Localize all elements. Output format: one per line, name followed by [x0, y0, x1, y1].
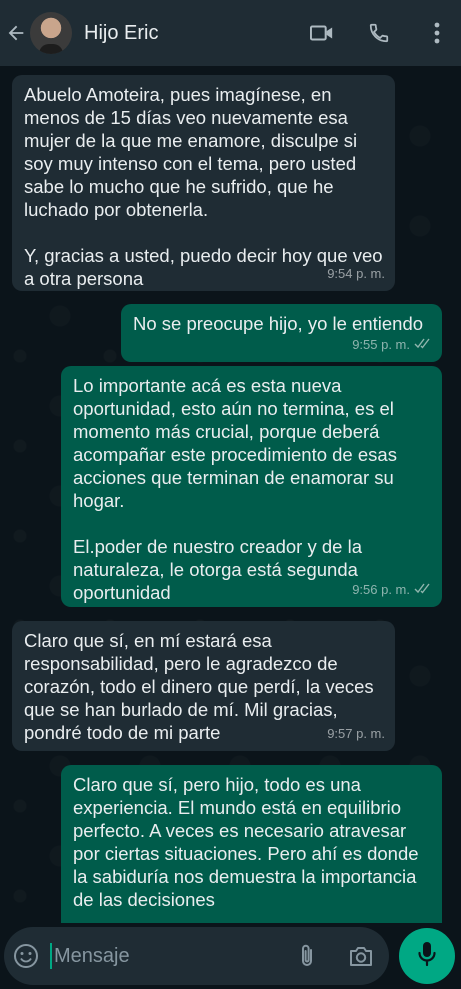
- chat-header: Hijo Eric: [0, 0, 461, 66]
- message-bubble-incoming[interactable]: Claro que sí, en mí estará esa responsab…: [12, 621, 395, 751]
- message-text: Abuelo Amoteira, pues imagínese, en meno…: [24, 84, 383, 289]
- message-bubble-outgoing[interactable]: Lo importante acá es esta nueva oportuni…: [61, 366, 442, 607]
- attach-icon[interactable]: [295, 942, 319, 970]
- video-call-icon[interactable]: [310, 21, 334, 45]
- message-bubble-outgoing[interactable]: Claro que sí, pero hijo, todo es una exp…: [61, 765, 442, 923]
- composer-bar: Mensaje: [0, 923, 461, 989]
- contact-name[interactable]: Hijo Eric: [84, 22, 310, 45]
- back-arrow-icon[interactable]: [4, 21, 28, 45]
- message-text: No se preocupe hijo, yo le entiendo: [133, 313, 424, 334]
- message-time: 9:54 p. m.: [327, 266, 385, 281]
- message-list[interactable]: Abuelo Amoteira, pues imagínese, en meno…: [0, 66, 461, 923]
- message-bubble-outgoing[interactable]: No se preocupe hijo, yo le entiendo 9:55…: [121, 304, 442, 362]
- emoji-icon[interactable]: [12, 942, 40, 970]
- message-input[interactable]: Mensaje: [54, 945, 295, 968]
- avatar[interactable]: [30, 12, 72, 54]
- text-cursor: [50, 943, 52, 969]
- double-check-icon: [414, 333, 432, 356]
- double-check-icon: [414, 578, 432, 601]
- message-time: 9:56 p. m.: [352, 582, 410, 597]
- camera-icon[interactable]: [347, 942, 375, 970]
- message-text: Lo importante acá es esta nueva oportuni…: [73, 375, 397, 603]
- more-options-icon[interactable]: [425, 21, 449, 45]
- message-time: 9:57 p. m.: [327, 726, 385, 741]
- voice-call-icon[interactable]: [367, 21, 391, 45]
- message-input-field[interactable]: Mensaje: [4, 927, 389, 985]
- message-bubble-incoming[interactable]: Abuelo Amoteira, pues imagínese, en meno…: [12, 75, 395, 291]
- mic-button[interactable]: [399, 928, 455, 984]
- message-text: Claro que sí, pero hijo, todo es una exp…: [73, 774, 424, 910]
- mic-icon: [417, 941, 437, 972]
- message-time: 9:55 p. m.: [352, 337, 410, 352]
